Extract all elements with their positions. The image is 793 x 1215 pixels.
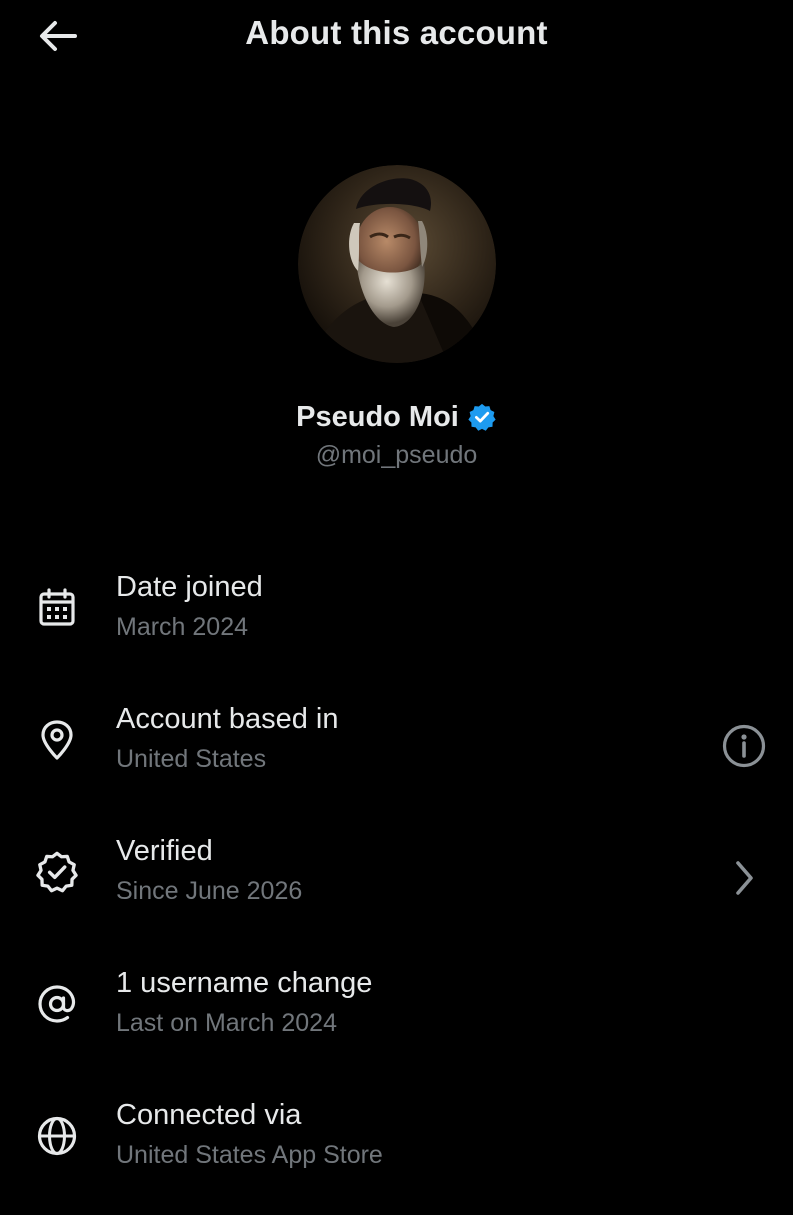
row-label: Verified [116, 835, 213, 867]
list-item-username-changes: 1 username change Last on March 2024 [0, 951, 793, 1083]
globe-icon [34, 1113, 80, 1159]
chevron-right-icon [736, 861, 753, 895]
calendar-icon [34, 585, 80, 631]
row-value: United States [116, 745, 267, 773]
location-pin-icon [34, 717, 80, 763]
page-title: About this account [245, 14, 548, 51]
username-handle: @moi_pseudo [315, 441, 478, 469]
verified-badge-icon[interactable] [467, 402, 497, 432]
row-value: Since June 2026 [116, 877, 303, 905]
display-name: Pseudo Moi [296, 400, 459, 433]
row-label: Account based in [116, 703, 339, 735]
profile-summary: Pseudo Moi @moi_pseudo [0, 165, 793, 470]
list-item-date-joined: Date joined March 2024 [0, 555, 793, 687]
verified-check-icon [34, 849, 80, 895]
top-bar: About this account [0, 0, 793, 72]
list-item-verified[interactable]: Verified Since June 2026 [0, 819, 793, 951]
list-item-connected-via: Connected via United States App Store [0, 1083, 793, 1215]
row-label: Date joined [116, 571, 263, 603]
row-label: Connected via [116, 1099, 302, 1131]
info-button[interactable] [719, 721, 769, 771]
info-icon [722, 724, 766, 768]
account-info-list: Date joined March 2024 Account based in … [0, 555, 793, 1215]
at-sign-icon [34, 981, 80, 1027]
list-item-account-based-in: Account based in United States [0, 687, 793, 819]
row-value: March 2024 [116, 613, 249, 641]
verified-details-button[interactable] [719, 853, 769, 903]
avatar[interactable] [297, 165, 496, 363]
name-row: Pseudo Moi [0, 399, 793, 435]
row-label: 1 username change [116, 967, 373, 999]
row-value: United States App Store [116, 1141, 383, 1169]
row-value: Last on March 2024 [116, 1009, 337, 1037]
